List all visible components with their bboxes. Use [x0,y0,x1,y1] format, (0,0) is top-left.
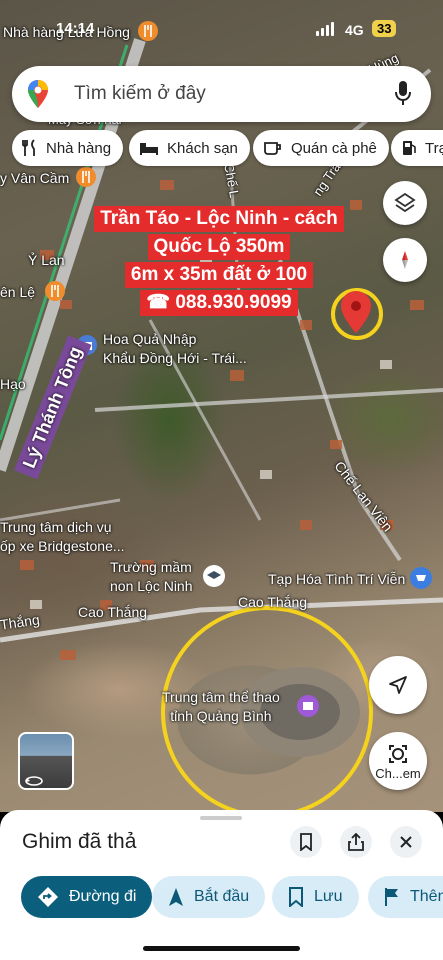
gas-station-icon [403,141,416,155]
start-button[interactable]: Bắt đầu [152,876,266,918]
school-pin-icon[interactable] [202,564,226,588]
search-input[interactable]: Tìm kiếm ở đây [74,83,206,105]
label-sports-center[interactable]: Trung tâm thể thao tỉnh Quảng Bình [162,688,280,726]
google-maps-logo-icon [28,80,48,108]
grocery-pin-icon[interactable] [409,566,433,590]
directions-icon [38,887,58,907]
chip-label: Trạ [425,139,443,157]
bottom-sheet[interactable]: Ghim đã thả Đường đi Bắt đầu Lưu Thên [0,810,443,960]
coffee-cup-icon [264,142,281,155]
sports-pin-icon[interactable] [296,694,320,718]
ad-line-2: Quốc Lộ 350m [147,234,291,260]
status-bar: 14:14 4G 33 [0,18,443,44]
bookmark-icon [300,833,312,851]
chip-label: Quán cà phê [291,139,377,157]
navigation-arrow-icon [169,888,183,906]
label-y-lan[interactable]: Ỷ Lan [28,252,65,268]
add-label-text: Thên [410,888,443,905]
label-bridgestone[interactable]: Trung tâm dịch vụ ốp xe Bridgestone... [0,518,125,556]
label-hao[interactable]: Hạo [0,376,26,392]
sheet-drag-handle[interactable] [200,816,242,820]
close-icon [400,836,412,848]
lens-label: Ch...em [375,766,421,781]
chip-restaurants[interactable]: Nhà hàng [12,130,124,166]
share-icon [348,833,364,851]
mic-icon[interactable] [394,80,412,106]
status-time: 14:14 [56,20,95,37]
restaurant-pin-icon[interactable] [75,166,97,188]
label-kindergarten[interactable]: Trường mầm non Lộc Ninh [110,558,193,596]
street-view-thumbnail[interactable] [18,732,74,790]
directions-button[interactable]: Đường đi [21,876,153,918]
ad-line-1: Trần Táo - Lộc Ninh - cách [94,206,344,232]
chip-label: Nhà hàng [46,139,112,157]
close-button[interactable] [390,826,422,858]
layers-icon [394,192,416,213]
navigation-arrow-icon [389,676,407,694]
save-label: Lưu [314,888,343,905]
label-grocery[interactable]: Tạp Hóa Tình Trí Viễn [268,571,405,587]
flag-icon [385,888,398,906]
ad-line-3: 6m x 35m đất ở 100 [124,262,314,288]
chip-hotels[interactable]: Khách sạn [129,130,250,166]
label-en-le[interactable]: ên Lệ [0,284,35,300]
bookmark-icon [289,887,303,907]
save-button[interactable]: Lưu [272,876,359,918]
sheet-title: Ghim đã thả [22,830,137,853]
add-label-button[interactable]: Thên [368,876,443,918]
lens-icon [389,745,407,763]
layers-button[interactable] [383,181,427,225]
label-cao-thang-mid: Cao Thắng [238,594,308,610]
my-location-button[interactable] [369,656,427,714]
search-bar[interactable]: Tìm kiếm ở đây [12,66,431,122]
compass-button[interactable] [383,238,427,282]
restaurant-pin-icon[interactable] [44,280,66,302]
ad-overlay: Trần Táo - Lộc Ninh - cách Quốc Lộ 350m … [88,205,350,317]
compass-icon [402,251,408,269]
home-indicator[interactable] [143,946,300,951]
chip-gas[interactable]: Trạ [391,130,443,166]
directions-label: Đường đi [69,888,137,905]
lens-button[interactable] [369,732,427,790]
label-fruit-shop[interactable]: Hoa Quả Nhập Khẩu Đồng Hới - Trái... [103,330,247,368]
label-van-cam[interactable]: y Vân Cầm [0,170,69,186]
start-label: Bắt đầu [194,888,250,905]
chip-label: Khách sạn [167,139,238,157]
chip-cafes[interactable]: Quán cà phê [253,130,389,166]
battery-level: 33 [372,20,397,37]
signal-icon [316,22,334,36]
label-cao-thang-left: Cao Thắng [78,604,148,620]
street-view-rotate-icon [25,776,43,786]
ad-line-4: ☎ 088.930.9099 [140,290,298,316]
network-type: 4G [345,22,364,38]
bed-icon [140,143,158,155]
save-icon-button[interactable] [290,826,322,858]
maps-screen: Nhà hàng Lửa Hồng Mây Sơn hải y Vân Cầm … [0,0,443,960]
fork-knife-icon [22,139,35,156]
share-button[interactable] [340,826,372,858]
